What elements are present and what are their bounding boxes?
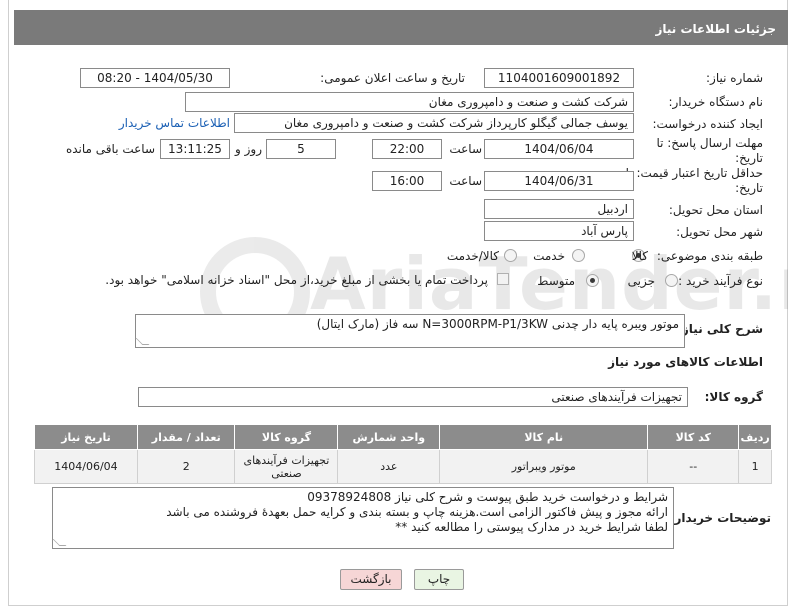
price-time-label: ساعت: [449, 174, 482, 188]
print-button[interactable]: چاپ: [414, 569, 464, 590]
buyer-notes-label: توضیحات خریدار:: [669, 511, 771, 525]
page-title: جزئیات اطلاعات نیاز: [14, 10, 788, 45]
need-number-label: شماره نیاز:: [706, 71, 763, 85]
category-label: طبقه بندی موضوعی:: [656, 249, 763, 263]
city-label: شهر محل تحویل:: [676, 225, 763, 239]
back-button[interactable]: بازگشت: [340, 569, 402, 590]
description-label: شرح کلی نیاز:: [677, 322, 763, 336]
buyer-notes-textarea[interactable]: شرایط و درخواست خرید طبق پیوست و شرح کلی…: [52, 487, 674, 549]
reply-time-label: ساعت: [449, 142, 482, 156]
category-radio-service[interactable]: [572, 249, 585, 262]
col-group: گروه کالا: [234, 424, 339, 450]
price-date-field: 1404/06/31: [484, 171, 634, 191]
reply-deadline-label: مهلت ارسال پاسخ: تا تاریخ:: [656, 136, 763, 165]
province-label: استان محل تحویل:: [668, 203, 763, 217]
need-number-field: 1104001609001892: [484, 68, 634, 88]
description-text: موتور ویبره پایه دار چدنی N=3000RPM-P1/3…: [316, 317, 679, 331]
creator-field: یوسف جمالی گیگلو کارپرداز شرکت کشت و صنع…: [234, 113, 634, 133]
process-radio-minor[interactable]: [665, 274, 678, 287]
goods-group-field: تجهیزات فرآیندهای صنعتی: [138, 387, 688, 407]
announce-label: تاریخ و ساعت اعلان عمومی:: [320, 71, 465, 85]
price-deadline-label: حداقل تاریخ اعتبار قیمت: تا تاریخ:: [625, 166, 763, 195]
col-unit: واحد شمارش: [337, 424, 441, 450]
process-label: نوع فرآیند خرید :: [678, 274, 763, 288]
resize-grip-icon[interactable]: [52, 539, 67, 546]
category-option-service: خدمت: [533, 249, 565, 263]
goods-group-label: گروه کالا:: [704, 390, 763, 404]
col-row: ردیف: [738, 424, 772, 450]
time-remaining-field: 13:11:25: [160, 139, 230, 159]
cell-unit: عدد: [337, 449, 441, 484]
cell-row: 1: [738, 449, 772, 484]
table-row: 1 -- موتور ویبراتور عدد تجهیزات فرآیندها…: [34, 449, 772, 484]
resize-grip-icon[interactable]: [135, 338, 150, 345]
cell-date: 1404/06/04: [34, 449, 138, 484]
goods-table: ردیف کد کالا نام کالا واحد شمارش گروه کا…: [34, 424, 772, 484]
days-remaining-field: 5: [266, 139, 336, 159]
category-option-both: کالا/خدمت: [446, 249, 499, 263]
col-name: نام کالا: [439, 424, 649, 450]
goods-table-header: ردیف کد کالا نام کالا واحد شمارش گروه کا…: [34, 424, 772, 450]
buyer-notes-line: لطفا شرایط خرید در مدارک پیوستی را مطالع…: [395, 520, 668, 534]
province-field: اردبیل: [484, 199, 634, 219]
creator-label: ایجاد کننده درخواست:: [652, 117, 763, 131]
city-field: پارس آباد: [484, 221, 634, 241]
cell-code: --: [647, 449, 740, 484]
cell-group: تجهیزات فرآیندهای صنعتی: [234, 449, 339, 484]
buyer-org-field: شرکت کشت و صنعت و دامپروری مغان: [185, 92, 634, 112]
col-qty: تعداد / مقدار: [136, 424, 236, 450]
process-radio-medium[interactable]: [586, 274, 599, 287]
col-code: کد کالا: [647, 424, 740, 450]
process-option-minor: جزیی: [627, 274, 655, 288]
goods-section-title: اطلاعات کالاهای مورد نیاز: [608, 355, 763, 369]
category-radio-both[interactable]: [504, 249, 517, 262]
reply-time-field: 22:00: [372, 139, 442, 159]
buyer-notes-line: ارائه مجوز و پیش فاکتور الزامی است.هزینه…: [166, 505, 668, 519]
treasury-payment-checkbox[interactable]: [497, 273, 509, 285]
category-option-goods: کالا: [631, 249, 648, 263]
time-remaining-label: ساعت باقی مانده: [65, 142, 155, 156]
days-label: روز و: [235, 142, 262, 156]
treasury-payment-note: پرداخت تمام یا بخشی از مبلغ خرید،از محل …: [105, 273, 488, 287]
price-time-field: 16:00: [372, 171, 442, 191]
reply-date-field: 1404/06/04: [484, 139, 634, 159]
process-option-medium: متوسط: [537, 274, 575, 288]
description-textarea[interactable]: موتور ویبره پایه دار چدنی N=3000RPM-P1/3…: [135, 314, 685, 348]
buyer-contact-link[interactable]: اطلاعات تماس خریدار: [119, 116, 230, 130]
cell-name: موتور ویبراتور: [439, 449, 649, 484]
buyer-org-label: نام دستگاه خریدار:: [668, 95, 764, 109]
cell-qty: 2: [136, 449, 236, 484]
col-date: تاریخ نیاز: [34, 424, 138, 450]
buyer-notes-line: شرایط و درخواست خرید طبق پیوست و شرح کلی…: [307, 490, 668, 504]
announce-datetime-field: 1404/05/30 - 08:20: [80, 68, 230, 88]
